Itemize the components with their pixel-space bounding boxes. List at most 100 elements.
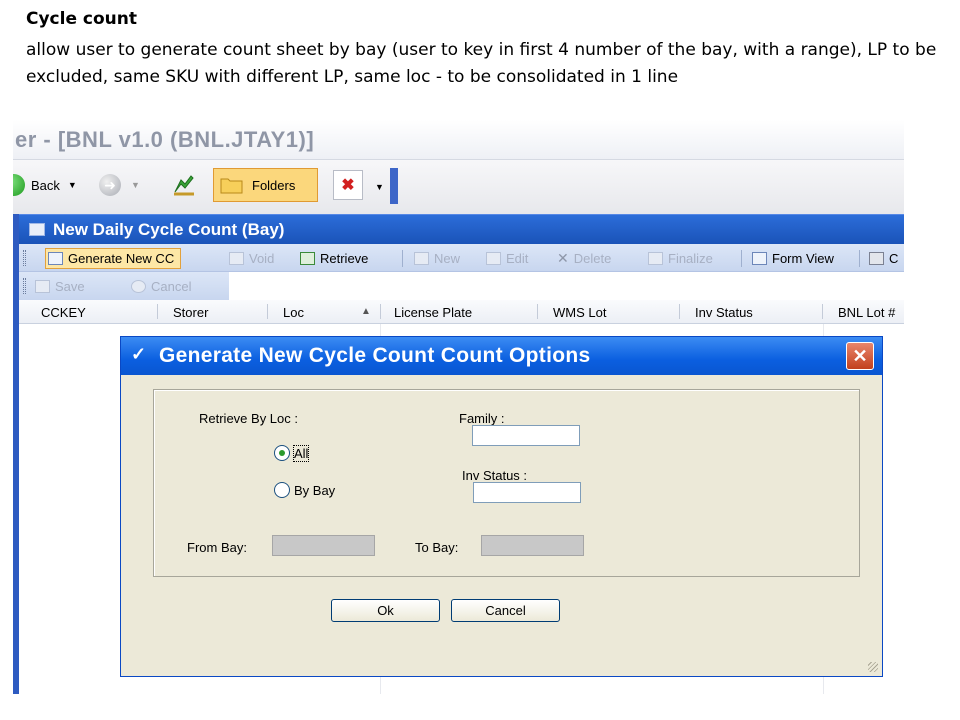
toolbar-separator [402, 250, 403, 267]
column-header-inv-status[interactable]: Inv Status [695, 305, 753, 320]
radio-all[interactable]: All [274, 444, 310, 462]
back-arrow-icon [13, 174, 25, 196]
new-document-icon [414, 252, 429, 265]
column-header-wms-lot[interactable]: WMS Lot [553, 305, 606, 320]
dialog-titlebar[interactable]: ✓ Generate New Cycle Count Count Options… [121, 337, 882, 375]
back-dropdown-icon[interactable]: ▼ [68, 180, 77, 190]
column-header-cckey[interactable]: CCKEY [41, 305, 86, 320]
generate-new-cc-label: Generate New CC [68, 251, 175, 266]
cancel-toolbar-button[interactable]: Cancel [131, 276, 191, 297]
up-folder-button[interactable] [171, 172, 197, 198]
family-input[interactable] [472, 425, 580, 446]
resize-grip-icon[interactable] [868, 662, 878, 672]
dialog-app-icon: ✓ [131, 344, 147, 364]
form-view-button[interactable]: Form View [752, 248, 834, 269]
print-button[interactable]: C [869, 248, 898, 269]
back-label: Back [31, 177, 60, 193]
column-header-license-plate[interactable]: License Plate [394, 305, 472, 320]
save-label: Save [55, 279, 85, 294]
close-document-button[interactable]: ✖ [333, 170, 363, 200]
column-separator[interactable] [157, 304, 158, 319]
toolbar-grip[interactable] [23, 278, 26, 294]
close-dropdown-icon[interactable]: ▼ [375, 182, 384, 192]
finalize-button[interactable]: Finalize [648, 248, 713, 269]
back-button[interactable]: Back ▼ [13, 174, 77, 196]
form-view-label: Form View [772, 251, 834, 266]
forward-arrow-icon: ➜ [99, 174, 121, 196]
slide-description: allow user to generate count sheet by ba… [26, 40, 937, 87]
column-separator[interactable] [380, 304, 381, 319]
edit-button[interactable]: Edit [486, 248, 528, 269]
new-button[interactable]: New [414, 248, 460, 269]
toolbar-grip[interactable] [23, 250, 26, 266]
retrieve-button[interactable]: Retrieve [300, 248, 368, 269]
to-bay-label: To Bay: [415, 540, 459, 555]
column-separator[interactable] [537, 304, 538, 319]
folders-button[interactable]: Folders [213, 168, 318, 202]
radio-by-bay[interactable]: By Bay [274, 482, 335, 498]
close-icon: ✕ [852, 346, 868, 366]
cancel-toolbar-label: Cancel [151, 279, 192, 294]
panel-form-icon [29, 223, 45, 236]
new-label: New [434, 251, 461, 266]
refresh-icon [300, 252, 315, 265]
window-title: er - [BNL v1.0 (BNL.JTAY1)] [15, 127, 315, 152]
column-header-loc[interactable]: Loc [283, 305, 304, 320]
radio-unchecked-icon [274, 482, 290, 498]
inv-status-label: Inv Status : [462, 468, 528, 483]
column-header-bnl-lot[interactable]: BNL Lot # [838, 305, 895, 320]
cancel-button[interactable]: Cancel [451, 599, 560, 622]
save-icon [35, 280, 50, 293]
sort-ascending-icon: ▲ [361, 306, 371, 317]
radio-checked-icon [274, 445, 290, 461]
delete-label: Delete [573, 251, 612, 266]
panel-title: New Daily Cycle Count (Bay) [53, 220, 285, 239]
forward-dropdown-icon[interactable]: ▼ [131, 180, 140, 190]
grid-icon [48, 252, 63, 265]
printer-icon [869, 252, 884, 265]
finalize-label: Finalize [668, 251, 713, 266]
toolbar-separator [741, 250, 742, 267]
grid-icon [229, 252, 244, 265]
window-titlebar: er - [BNL v1.0 (BNL.JTAY1)] [13, 120, 904, 160]
column-separator[interactable] [679, 304, 680, 319]
radio-all-label: All [292, 444, 310, 462]
generate-cycle-count-dialog: ✓ Generate New Cycle Count Count Options… [120, 336, 883, 677]
delete-button[interactable]: ✕ Delete [557, 248, 611, 269]
column-separator[interactable] [267, 304, 268, 319]
grid-header: CCKEY Storer Loc ▲ License Plate WMS Lot… [19, 300, 904, 324]
column-separator[interactable] [822, 304, 823, 319]
options-group: Retrieve By Loc : All By Bay Family : In… [153, 389, 860, 577]
to-bay-input[interactable] [481, 535, 584, 556]
dialog-close-button[interactable]: ✕ [846, 342, 874, 370]
radio-by-bay-label: By Bay [294, 482, 336, 498]
inv-status-input[interactable] [473, 482, 581, 503]
void-label: Void [249, 251, 275, 266]
edit-label: Edit [506, 251, 529, 266]
retrieve-by-loc-label: Retrieve By Loc : [199, 411, 298, 426]
forward-button[interactable]: ➜ ▼ [99, 174, 140, 196]
void-button[interactable]: Void [229, 248, 274, 269]
cancel-icon [131, 280, 146, 293]
close-icon: ✖ [341, 177, 355, 194]
generate-new-cc-button[interactable]: Generate New CC [45, 248, 182, 269]
folder-icon [220, 178, 243, 194]
save-button[interactable]: Save [35, 276, 85, 297]
form-view-icon [752, 252, 767, 265]
main-toolbar: Generate New CC Void Retrieve New Edit ✕… [19, 244, 904, 272]
delete-x-icon: ✕ [557, 250, 569, 266]
print-label: C [889, 251, 899, 266]
from-bay-label: From Bay: [187, 540, 247, 555]
edit-icon [486, 252, 501, 265]
toolbar-separator [859, 250, 860, 267]
slide-title: Cycle count [26, 9, 137, 29]
from-bay-input[interactable] [272, 535, 375, 556]
check-icon [648, 252, 663, 265]
dialog-title: Generate New Cycle Count Count Options [159, 344, 591, 367]
panel-header: New Daily Cycle Count (Bay) [19, 214, 904, 244]
secondary-toolbar: Save Cancel [19, 272, 229, 300]
ok-button[interactable]: Ok [331, 599, 440, 622]
column-header-storer[interactable]: Storer [173, 305, 208, 320]
family-label: Family : [459, 411, 505, 426]
up-folder-icon [174, 175, 194, 196]
